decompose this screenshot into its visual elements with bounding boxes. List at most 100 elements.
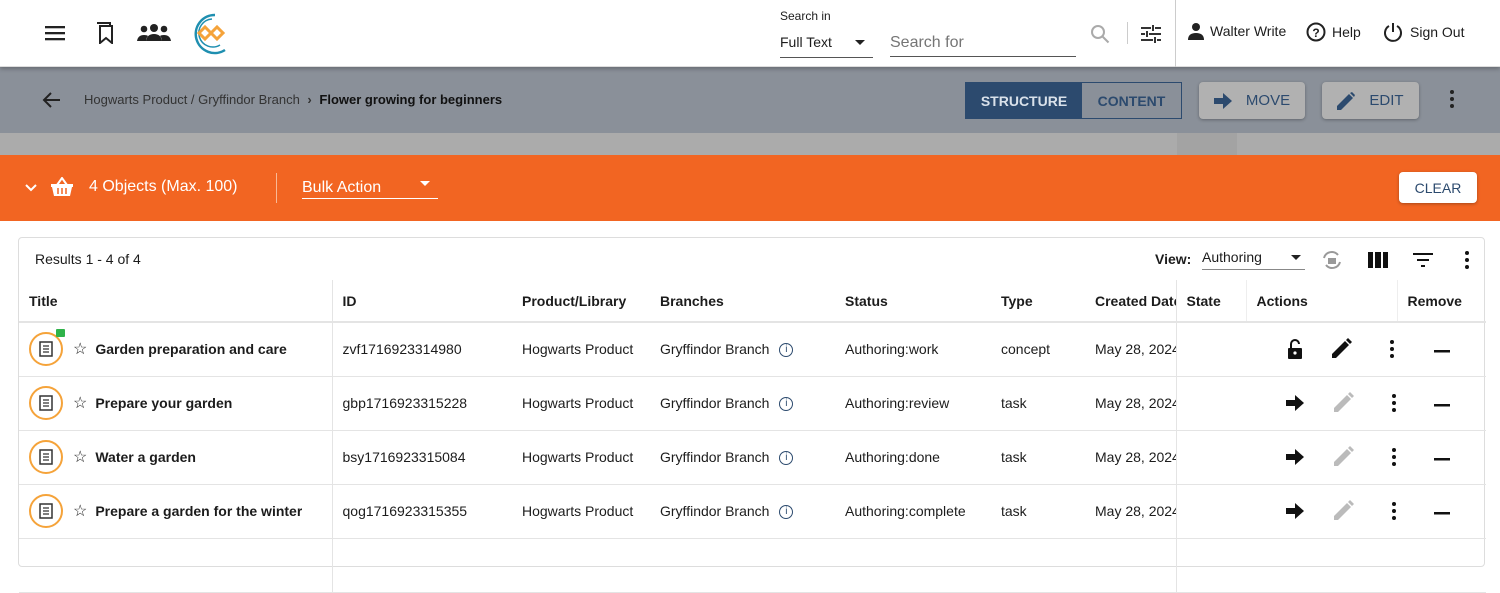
columns-icon[interactable] [1365,248,1391,272]
search-scope-value: Full Text [780,34,832,50]
star-icon[interactable]: ☆ [73,339,87,359]
row-type: task [991,430,1085,485]
divider [1127,22,1128,44]
basket-icon [50,176,74,198]
results-summary: Results 1 - 4 of 4 [35,251,141,267]
row-created: May 28, 2024 [1085,322,1176,377]
row-branch: Gryffindor Branch [660,448,770,465]
more-vertical-icon[interactable] [1390,340,1394,359]
search-icon[interactable] [1088,22,1112,46]
remove-icon[interactable] [1433,404,1450,408]
row-created: May 28, 2024 [1085,376,1176,431]
breadcrumb: Hogwarts Product / Gryffindor Branch › F… [84,92,502,107]
filter-settings-icon[interactable] [1138,21,1164,47]
column-header-actions[interactable]: Actions [1245,280,1397,323]
row-state [1175,484,1246,539]
info-icon[interactable]: i [779,397,794,412]
table-row[interactable]: ☆ Prepare a garden for the winter qog1716… [19,484,1486,539]
sign-out-button[interactable]: Sign Out [1383,22,1464,42]
breadcrumb-current: Flower growing for beginners [319,92,503,107]
remove-icon[interactable] [1433,350,1450,354]
row-title[interactable]: Water a garden [95,449,196,465]
column-header-title[interactable]: Title [19,280,332,323]
user-menu[interactable]: Walter Write [1187,22,1286,40]
remove-icon[interactable] [1433,512,1450,516]
more-vertical-icon[interactable] [1455,248,1479,272]
user-icon [1188,23,1204,40]
view-select[interactable]: Authoring [1202,249,1305,270]
bookmarks-icon[interactable] [90,20,120,46]
row-branch: Gryffindor Branch [660,502,770,519]
row-branch: Gryffindor Branch [660,341,770,358]
star-icon[interactable]: ☆ [73,447,87,467]
more-vertical-icon[interactable] [1392,448,1396,466]
table-row-empty [19,538,1486,593]
column-header-status[interactable]: Status [835,280,991,323]
move-button[interactable]: MOVE [1199,82,1305,119]
topic-icon [29,494,63,528]
results-table: Title ID Product/Library Branches Status Type… [19,280,1486,593]
remove-icon[interactable] [1433,458,1450,462]
move-label: MOVE [1245,92,1291,109]
row-status: Authoring:review [835,376,991,431]
basket-count: 4 Objects (Max. 100) [89,178,238,195]
edit-icon-disabled [1334,391,1354,415]
column-header-product-library[interactable]: Product/Library [512,280,650,323]
info-icon[interactable]: i [779,343,794,358]
column-header-created-date[interactable]: Created Date [1085,280,1176,323]
sort-filter-icon[interactable] [1410,248,1436,272]
menu-icon[interactable] [40,20,70,46]
edit-button[interactable]: EDIT [1322,82,1419,119]
row-branch: Gryffindor Branch [660,394,770,411]
chevron-down-icon[interactable] [22,179,40,197]
row-state [1175,376,1246,431]
help-icon: ? [1306,22,1326,42]
tab-structure[interactable]: STRUCTURE [966,83,1082,118]
clear-button[interactable]: CLEAR [1399,172,1477,203]
table-row[interactable]: ☆ Water a garden bsy1716923315084 Hogwart… [19,430,1486,485]
column-header-branches[interactable]: Branches [650,280,835,323]
more-vertical-icon[interactable] [1440,87,1464,111]
panel-strip [0,133,1500,155]
table-row[interactable]: ☆ Garden preparation and care zvf17169233… [19,322,1486,377]
column-header-type[interactable]: Type [991,280,1085,323]
star-icon[interactable]: ☆ [73,501,87,521]
row-product: Hogwarts Product [512,484,650,539]
arrow-right-icon[interactable] [1286,449,1304,465]
star-icon[interactable]: ☆ [73,393,87,413]
dropdown-arrow-icon [1291,255,1301,265]
column-header-id[interactable]: ID [331,280,512,323]
table-row[interactable]: ☆ Prepare your garden gbp1716923315228 Ho… [19,376,1486,431]
row-type: concept [991,322,1085,377]
breadcrumb-path[interactable]: Hogwarts Product / Gryffindor Branch [84,92,300,107]
row-title[interactable]: Prepare your garden [95,395,232,411]
row-state [1175,430,1246,485]
search-scope-select[interactable]: Full Text [780,30,873,58]
bulk-action-value: Bulk Action [302,179,382,196]
users-icon[interactable] [136,20,172,46]
view-toggle: STRUCTURE CONTENT [965,82,1182,119]
column-header-remove[interactable]: Remove [1396,280,1486,323]
search-input[interactable] [890,30,1076,57]
edit-icon[interactable] [1332,337,1352,361]
info-icon[interactable]: i [779,451,794,466]
column-header-state[interactable]: State [1175,280,1246,323]
results-card: Results 1 - 4 of 4 View: Authoring Title… [18,237,1486,593]
more-vertical-icon[interactable] [1392,394,1396,412]
panel-tab [1177,133,1237,155]
arrow-right-icon[interactable] [1286,503,1304,519]
sync-lock-icon[interactable] [1319,248,1345,272]
pencil-icon [1337,91,1356,110]
lock-icon [56,329,65,338]
arrow-right-icon[interactable] [1286,395,1304,411]
info-icon[interactable]: i [779,505,794,520]
help-button[interactable]: ? Help [1306,22,1361,42]
row-title[interactable]: Garden preparation and care [95,341,286,357]
bulk-action-select[interactable]: Bulk Action [302,179,438,199]
tab-content[interactable]: CONTENT [1082,83,1181,118]
back-arrow-icon[interactable] [38,88,64,112]
row-title[interactable]: Prepare a garden for the winter [95,503,302,519]
unlock-icon[interactable] [1286,338,1304,360]
more-vertical-icon[interactable] [1392,502,1396,520]
view-value: Authoring [1202,249,1262,265]
